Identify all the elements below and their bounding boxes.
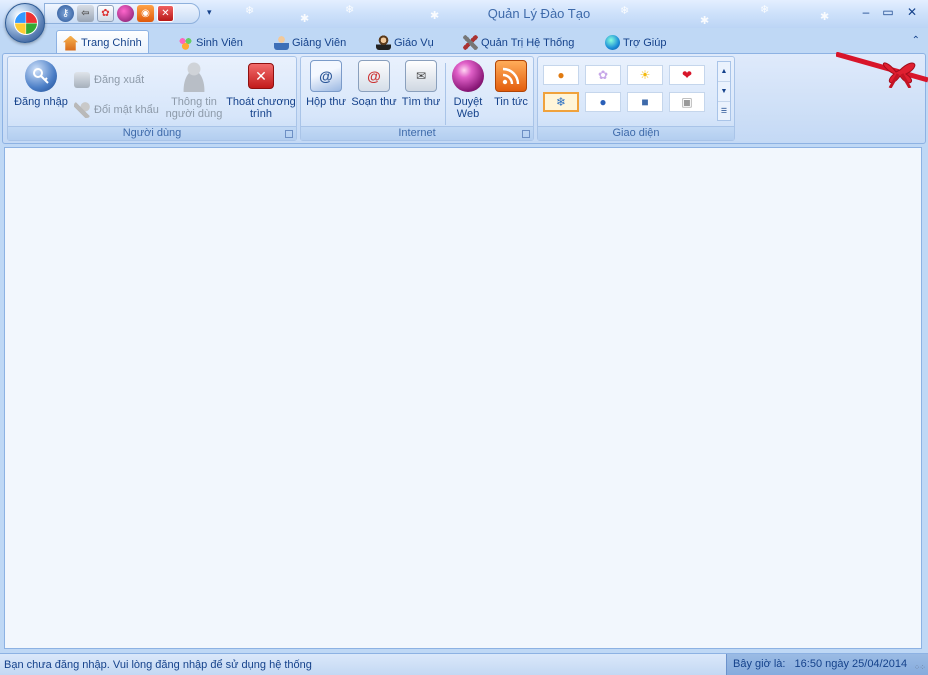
tab-sinh-vien[interactable]: Sinh Viên [172,31,249,54]
search-mail-label: Tìm thư [401,96,441,108]
christmas-bow-icon [836,52,928,88]
search-mail-icon: ✉ [405,60,437,92]
group-giao-dien: ● ✿ ☀ ❤ ❄ ● ■ ▣ Giao diện [537,56,735,141]
compose-mail-icon: @ [358,60,390,92]
key-icon [74,102,90,118]
status-bar: Bạn chưa đăng nhập. Vui lòng đăng nhập đ… [0,653,928,675]
browse-web-label: Duyệt [453,96,483,108]
theme-gallery: ● ✿ ☀ ❤ ❄ ● ■ ▣ [543,65,713,119]
close-icon[interactable]: ✕ [903,5,921,19]
inbox-button[interactable]: @ Hộp thư [304,60,348,108]
students-icon [178,35,193,50]
rss-icon[interactable]: ◉ [137,5,154,22]
mail-icon: @ [310,60,342,92]
change-password-button[interactable]: Đổi mật khẩu [74,102,159,118]
group-internet: @ Hộp thư @ Soạn thư ✉ Tìm thư Duyệt Web… [300,56,534,141]
news-button[interactable]: Tin tức [490,60,532,108]
tab-label: Giảng Viên [292,36,347,49]
compose-label: Soạn thư [351,96,397,108]
web-browser-icon [452,60,484,92]
login-icon[interactable]: ⚷ [57,5,74,22]
search-mail-button[interactable]: ✉ Tìm thư [400,60,442,108]
separator [445,63,446,125]
blue-square-icon[interactable]: ■ [627,92,663,112]
exit-program-button[interactable]: ✕ Thoát chương trình [226,60,296,120]
exit-icon[interactable]: ✕ [157,5,174,22]
globe-icon [14,11,38,35]
tab-trang-chinh[interactable]: Trang Chính [56,30,149,55]
tab-giao-vu[interactable]: Giáo Vụ [370,31,440,54]
help-icon [605,35,620,50]
group-nguoi-dung: Đăng nhập Đăng xuất Đổi mật khẩu Thông t… [7,56,297,141]
tab-giang-vien[interactable]: Giảng Viên [268,31,352,54]
snowflake-icon[interactable]: ❄ [543,92,579,112]
scroll-up-icon[interactable]: ▲ [718,62,730,82]
group-label: Người dùng [8,126,296,140]
browse-web-label-line2: Web [456,108,480,120]
browse-web-button[interactable]: Duyệt Web [447,60,489,120]
user-info-label-line2: người dùng [165,108,223,120]
login-button[interactable]: Đăng nhập [10,60,72,108]
group-label: Giao diện [538,126,734,140]
resize-grip-icon[interactable]: ⁘⁘ [914,663,926,672]
key-icon [25,60,57,92]
logout-label: Đăng xuất [94,74,145,86]
gray-square-icon[interactable]: ▣ [669,92,705,112]
minimize-icon[interactable]: – [857,5,875,19]
apple-icon[interactable]: ● [585,92,621,112]
tab-label: Trang Chính [81,37,142,49]
exit-label-line2: trình [249,108,272,120]
time-value: 16:50 ngày 25/04/2014 [794,658,908,670]
application-menu-button[interactable] [5,3,45,43]
logout-icon [74,72,90,88]
staff-icon [376,35,391,50]
logout-icon[interactable]: ⇦ [77,5,94,22]
dialog-launcher-icon[interactable] [522,130,530,138]
status-message: Bạn chưa đăng nhập. Vui lòng đăng nhập đ… [4,659,312,671]
status-clock: Bây giờ là: 16:50 ngày 25/04/2014 [726,654,928,675]
compose-button[interactable]: @ Soạn thư [349,60,399,108]
tab-label: Trợ Giúp [623,36,667,49]
gallery-more-icon[interactable]: ☰ [718,102,730,122]
user-silhouette-icon [178,60,210,92]
pumpkin-icon[interactable]: ● [543,65,579,85]
tab-label: Sinh Viên [196,36,243,49]
dialog-launcher-icon[interactable] [285,130,293,138]
sun-icon[interactable]: ☀ [627,65,663,85]
rss-icon [495,60,527,92]
user-info-button[interactable]: Thông tin người dùng [161,60,227,120]
login-label: Đăng nhập [14,96,68,108]
customize-quick-access-icon[interactable]: ▾ [207,7,212,18]
news-label: Tin tức [494,96,528,108]
change-password-label: Đổi mật khẩu [94,104,159,116]
scroll-down-icon[interactable]: ▼ [718,82,730,102]
exit-label: Thoát chương [226,96,296,108]
ribbon-tabs: Trang Chính Sinh Viên Giảng Viên Giáo Vụ… [0,28,928,55]
tab-label: Quản Trị Hệ Thống [481,36,575,49]
maximize-icon[interactable]: ▭ [879,5,897,19]
group-label: Internet [301,126,533,140]
tools-icon [463,35,478,50]
theme-gallery-scrollbar[interactable]: ▲ ▼ ☰ [717,61,731,121]
user-info-label: Thông tin [171,96,217,108]
logout-button[interactable]: Đăng xuất [74,72,144,88]
exit-icon: ✕ [248,63,274,89]
flower-icon[interactable]: ✿ [585,65,621,85]
tab-quan-tri-he-thong[interactable]: Quản Trị Hệ Thống [457,31,580,54]
collapse-ribbon-icon[interactable]: ⌃ [912,35,920,46]
quick-access-toolbar: ⚷ ⇦ ✿ ◉ ✕ [44,3,200,24]
tab-tro-giup[interactable]: Trợ Giúp [599,31,672,54]
heart-icon[interactable]: ❤ [669,65,705,85]
main-workspace[interactable] [4,147,922,649]
home-icon [63,35,78,51]
time-label: Bây giờ là: [733,658,786,670]
picture-icon[interactable]: ✿ [97,5,114,22]
tab-label: Giáo Vụ [394,36,434,49]
ribbon-panel: Đăng nhập Đăng xuất Đổi mật khẩu Thông t… [2,53,926,144]
web-browser-icon[interactable] [117,5,134,22]
teacher-icon [274,35,289,50]
inbox-label: Hộp thư [306,96,346,108]
